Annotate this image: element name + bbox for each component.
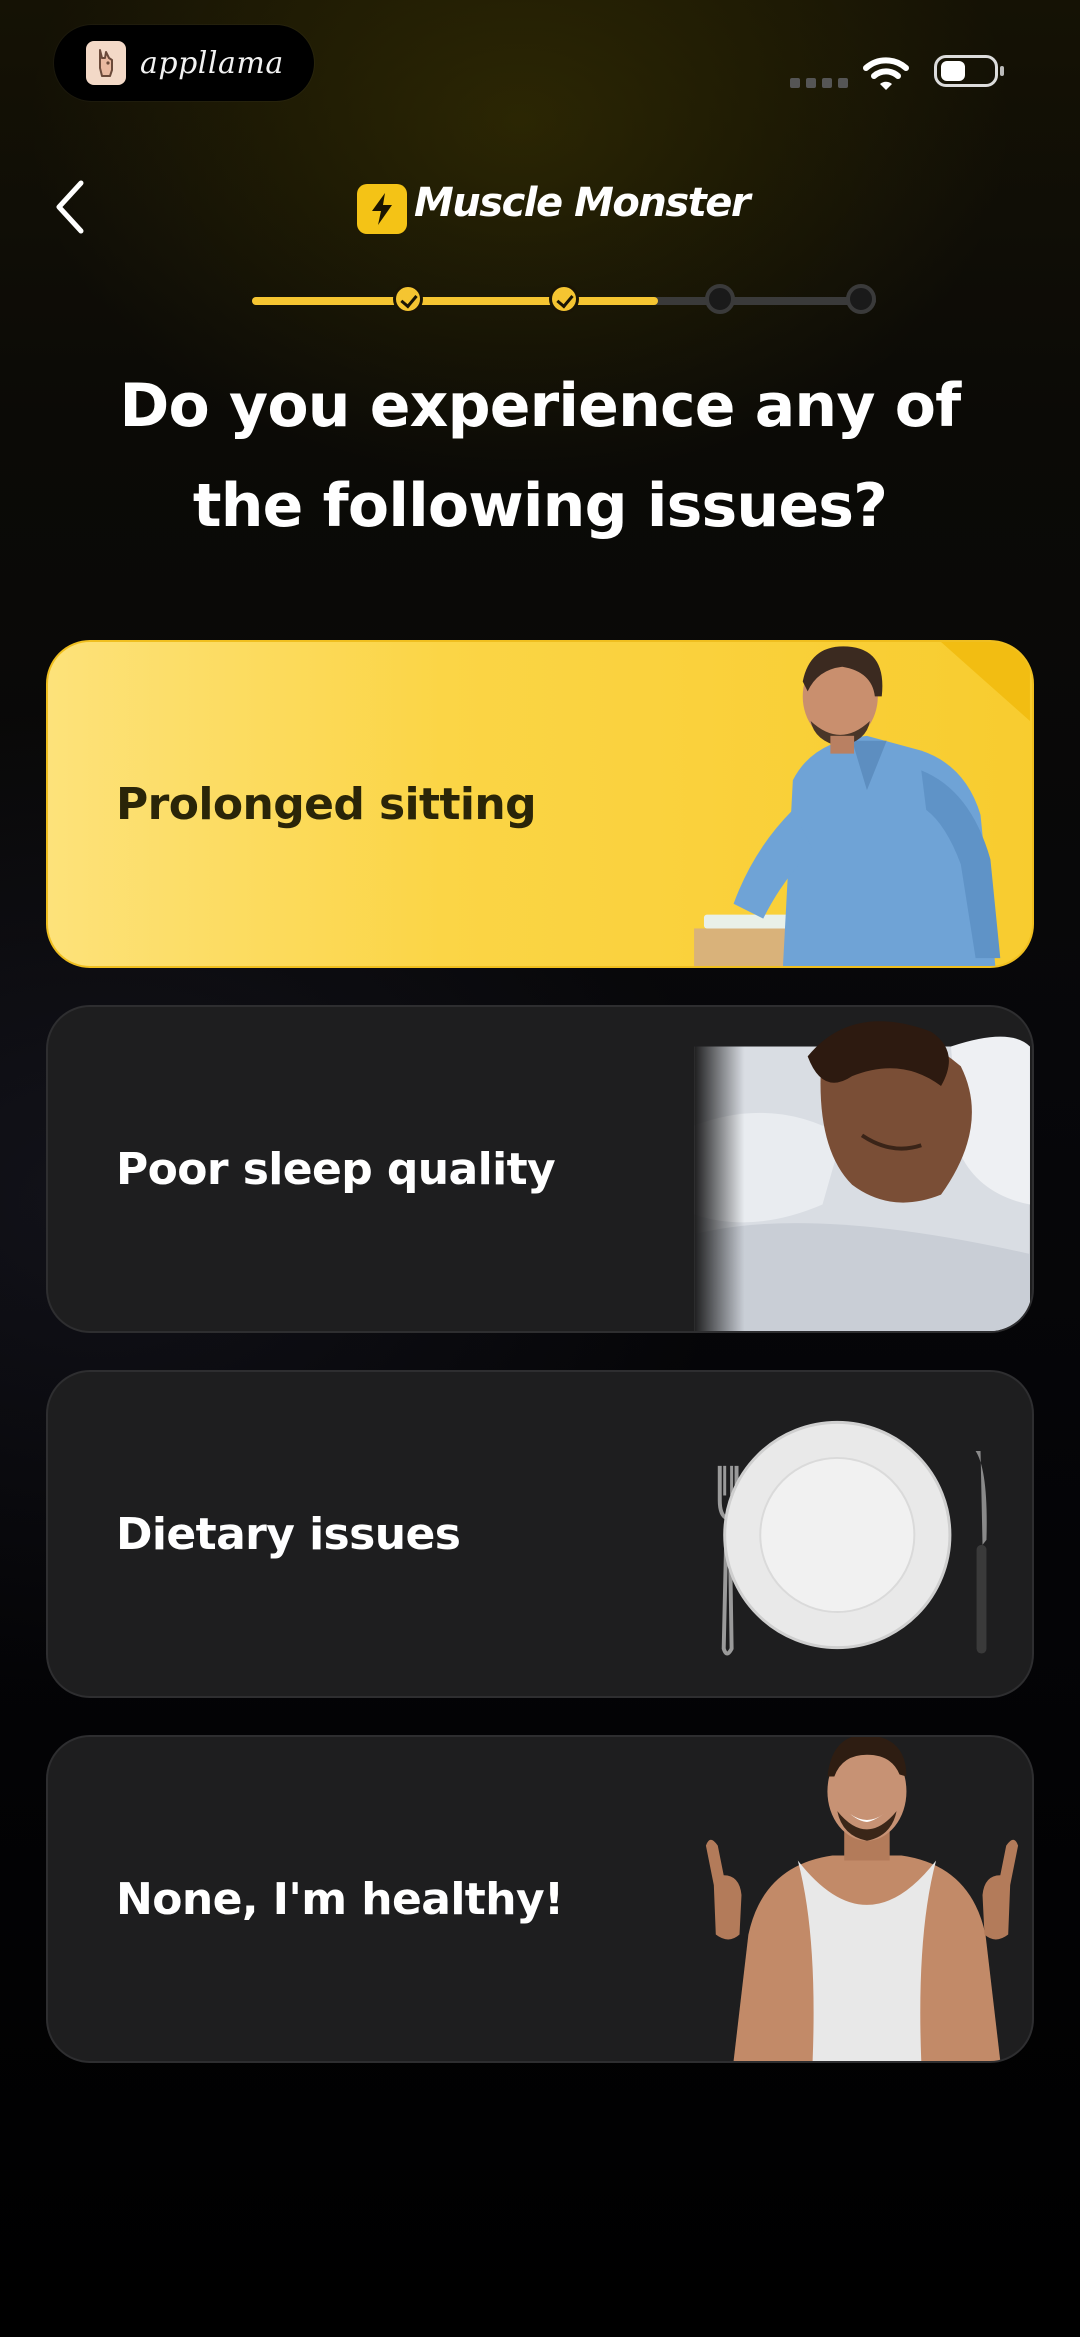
progress-indicator <box>252 284 876 314</box>
empty-plate-fork-knife-photo <box>717 1420 987 1656</box>
appllama-logo-icon <box>86 41 126 85</box>
lightning-bolt-icon <box>357 184 407 234</box>
option-poor-sleep-quality[interactable]: Poor sleep quality <box>46 1005 1034 1333</box>
wifi-icon <box>863 57 909 90</box>
progress-step-pending <box>846 284 876 314</box>
appllama-label: appllama <box>140 45 284 81</box>
progress-step-pending <box>705 284 735 314</box>
signal-icon <box>790 78 848 88</box>
man-thumbs-up-photo <box>705 1737 1019 2061</box>
back-button[interactable] <box>44 176 96 238</box>
progress-step-complete <box>393 284 423 314</box>
progress-step-complete <box>549 284 579 314</box>
app-title: Muscle Monster <box>414 180 751 226</box>
question-heading: Do you experience any of the following i… <box>60 356 1020 556</box>
option-dietary-issues[interactable]: Dietary issues <box>46 1370 1034 1698</box>
status-bar: appllama <box>0 0 1080 120</box>
question-line-2: the following issues? <box>192 471 888 541</box>
question-line-1: Do you experience any of <box>119 371 962 441</box>
option-label: Prolonged sitting <box>116 778 537 830</box>
chevron-left-icon <box>56 180 84 234</box>
option-label: None, I'm healthy! <box>116 1873 564 1925</box>
option-label: Dietary issues <box>116 1508 461 1560</box>
appllama-badge: appllama <box>54 25 314 101</box>
app-screen: appllama Muscle Monster Do you experienc… <box>0 0 1080 2337</box>
option-prolonged-sitting[interactable]: Prolonged sitting <box>46 640 1034 968</box>
option-none-healthy[interactable]: None, I'm healthy! <box>46 1735 1034 2063</box>
man-sitting-back-pain-photo <box>694 642 1030 966</box>
battery-icon <box>934 55 1004 87</box>
option-label: Poor sleep quality <box>116 1143 556 1195</box>
man-sleeping-photo <box>694 1007 1030 1331</box>
progress-fill <box>252 297 658 305</box>
